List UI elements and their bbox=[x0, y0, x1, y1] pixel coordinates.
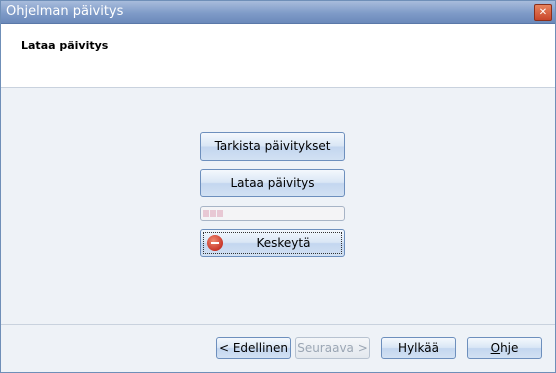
cancel-button[interactable]: Hylkää bbox=[381, 337, 456, 359]
window-title: Ohjelman päivitys bbox=[6, 4, 124, 19]
wizard-header: Lataa päivitys bbox=[1, 24, 555, 88]
download-update-button[interactable]: Lataa päivitys bbox=[200, 169, 345, 197]
help-button[interactable]: Ohje bbox=[467, 337, 542, 359]
title-bar[interactable]: Ohjelman päivitys ✕ bbox=[1, 1, 555, 24]
help-mnemonic: O bbox=[490, 341, 501, 355]
close-icon[interactable]: ✕ bbox=[534, 4, 552, 21]
previous-button[interactable]: < Edellinen bbox=[216, 337, 291, 359]
wizard-content: Tarkista päivitykset Lataa päivitys Kesk… bbox=[1, 88, 555, 324]
page-title: Lataa päivitys bbox=[21, 39, 109, 52]
progress-fill bbox=[203, 210, 224, 217]
dialog-window: Ohjelman päivitys ✕ Lataa päivitys Tarki… bbox=[0, 0, 556, 373]
abort-button[interactable]: Keskeytä bbox=[200, 229, 345, 257]
check-updates-button[interactable]: Tarkista päivitykset bbox=[200, 132, 345, 161]
next-button[interactable]: Seuraava > bbox=[295, 337, 370, 359]
download-progress-bar bbox=[200, 206, 345, 221]
abort-button-label: Keskeytä bbox=[256, 236, 311, 250]
wizard-footer: < Edellinen Seuraava > Hylkää Ohje bbox=[1, 324, 555, 372]
help-label-rest: hje bbox=[500, 341, 519, 355]
